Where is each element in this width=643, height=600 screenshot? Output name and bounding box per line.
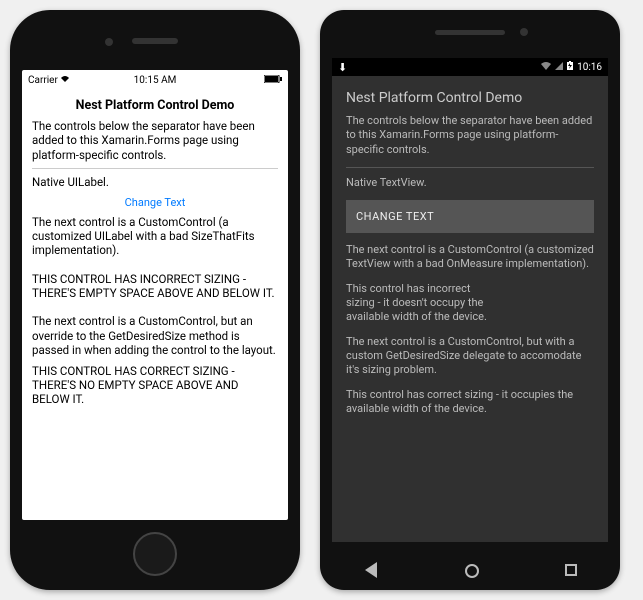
android-nav-bar — [320, 564, 620, 578]
intro-text: The controls below the separator have be… — [346, 114, 594, 157]
incorrect-sizing-label: THIS CONTROL HAS INCORRECT SIZING - THER… — [32, 272, 278, 301]
ios-status-bar: Carrier 10:15 AM — [22, 70, 288, 88]
ios-content: Nest Platform Control Demo The controls … — [22, 88, 288, 520]
download-icon: ⬇ — [338, 61, 347, 74]
change-text-button[interactable]: Change Text — [32, 196, 278, 209]
page-title: Nest Platform Control Demo — [346, 90, 594, 106]
iphone-device: Carrier 10:15 AM Nest Platform Control D… — [10, 10, 300, 590]
wifi-icon — [60, 75, 70, 86]
intro-text: The controls below the separator have be… — [32, 119, 278, 162]
home-button[interactable] — [465, 564, 479, 578]
wifi-icon — [541, 62, 551, 73]
page-title: Nest Platform Control Demo — [32, 98, 278, 113]
native-textview: Native TextView. — [346, 176, 594, 190]
correct-sizing-label: This control has correct sizing - it occ… — [346, 388, 594, 417]
android-speaker — [435, 30, 505, 35]
separator — [346, 167, 594, 168]
iphone-screen: Carrier 10:15 AM Nest Platform Control D… — [22, 70, 288, 520]
back-button[interactable] — [365, 562, 377, 578]
carrier-label: Carrier — [28, 75, 70, 86]
ios-clock: 10:15 AM — [134, 75, 177, 86]
android-clock: 10:16 — [577, 62, 602, 73]
battery-icon — [567, 61, 573, 73]
native-uilabel: Native UILabel. — [32, 175, 278, 189]
incorrect-sizing-label: This control has incorrect sizing - it d… — [346, 282, 496, 325]
separator — [32, 168, 278, 169]
custom-control-desc-1: The next control is a CustomControl (a c… — [32, 215, 278, 258]
android-screen: ⬇ 10:16 Nest Platform Control Demo The c… — [332, 58, 608, 542]
android-camera — [520, 28, 528, 36]
android-content: Nest Platform Control Demo The controls … — [332, 76, 608, 542]
custom-control-desc-1: The next control is a CustomControl (a c… — [346, 243, 594, 272]
custom-control-desc-2: The next control is a CustomControl, but… — [32, 314, 278, 357]
change-text-button[interactable]: CHANGE TEXT — [346, 200, 594, 233]
custom-control-desc-2: The next control is a CustomControl, but… — [346, 335, 594, 378]
android-device: ⬇ 10:16 Nest Platform Control Demo The c… — [320, 10, 620, 590]
iphone-speaker — [132, 38, 178, 44]
recent-button[interactable] — [565, 564, 577, 576]
android-status-bar: ⬇ 10:16 — [332, 58, 608, 76]
home-button[interactable] — [133, 532, 177, 576]
signal-icon — [555, 62, 563, 73]
battery-icon — [264, 75, 282, 86]
correct-sizing-label: THIS CONTROL HAS CORRECT SIZING - THERE'… — [32, 364, 278, 407]
iphone-camera — [105, 38, 113, 46]
